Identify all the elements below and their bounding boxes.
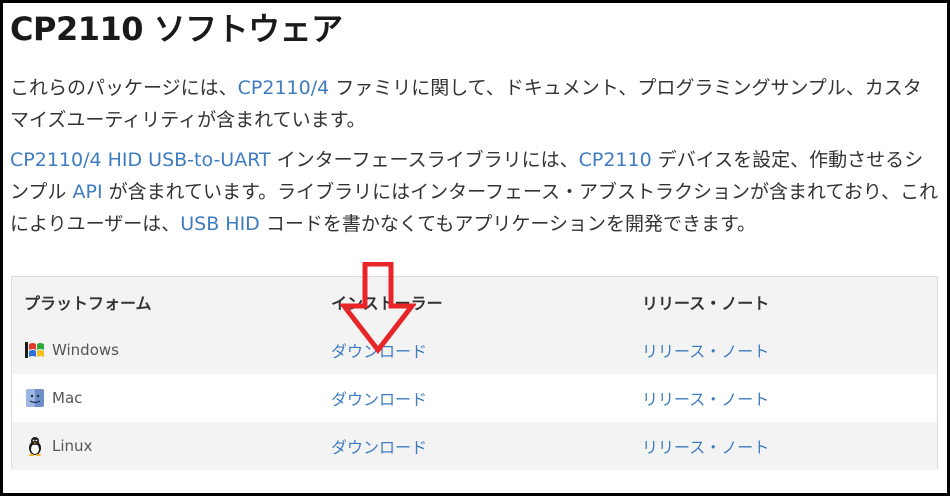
table-header-row: プラットフォーム インストーラー リリース・ノート	[12, 277, 937, 326]
download-link-linux[interactable]: ダウンロード	[331, 434, 427, 458]
release-notes-link-mac[interactable]: リリース・ノート	[642, 386, 769, 410]
table-row: Windows ダウンロード リリース・ノート	[12, 326, 937, 374]
intro-term: USB HID	[180, 213, 260, 235]
platform-name: Linux	[52, 437, 93, 455]
header-release-notes: リリース・ノート	[642, 293, 770, 313]
installer-cell: ダウンロード	[331, 374, 427, 422]
platform-name: Windows	[52, 341, 119, 359]
header-platform: プラットフォーム	[24, 293, 152, 313]
windows-icon	[24, 340, 46, 360]
download-link-windows[interactable]: ダウンロード	[331, 338, 427, 362]
intro-paragraph-1: これらのパッケージには、CP2110/4 ファミリに関して、ドキュメント、プログ…	[10, 72, 940, 136]
intro-text: インターフェースライブラリには、	[270, 149, 579, 171]
intro-product-name: CP2110/4	[237, 77, 330, 99]
intro-product-name: CP2110/4 HID USB-to-UART	[10, 149, 271, 171]
software-table: プラットフォーム インストーラー リリース・ノート Windows ダウンロード…	[11, 276, 938, 470]
mac-icon	[24, 388, 46, 408]
download-link-mac[interactable]: ダウンロード	[331, 386, 427, 410]
page-title: CP2110 ソフトウェア	[10, 10, 343, 48]
release-notes-cell: リリース・ノート	[642, 326, 769, 374]
platform-cell: Linux	[24, 422, 92, 470]
header-installer: インストーラー	[331, 293, 443, 313]
release-notes-link-windows[interactable]: リリース・ノート	[642, 338, 769, 362]
release-notes-link-linux[interactable]: リリース・ノート	[642, 434, 769, 458]
platform-cell: Windows	[24, 326, 119, 374]
intro-paragraph-2: CP2110/4 HID USB-to-UART インターフェースライブラリには…	[10, 144, 940, 240]
installer-cell: ダウンロード	[331, 326, 427, 374]
intro-text: コードを書かなくてもアプリケーションを開発できます。	[259, 213, 757, 235]
table-row: Mac ダウンロード リリース・ノート	[12, 374, 937, 422]
release-notes-cell: リリース・ノート	[642, 374, 769, 422]
intro-product-name: CP2110	[578, 149, 652, 171]
intro-text: これらのパッケージには、	[10, 77, 238, 99]
table-row: Linux ダウンロード リリース・ノート	[12, 422, 937, 470]
platform-cell: Mac	[24, 374, 82, 422]
platform-name: Mac	[52, 389, 83, 407]
installer-cell: ダウンロード	[331, 422, 427, 470]
intro-term: API	[72, 181, 103, 203]
release-notes-cell: リリース・ノート	[642, 422, 769, 470]
linux-icon	[24, 436, 46, 456]
